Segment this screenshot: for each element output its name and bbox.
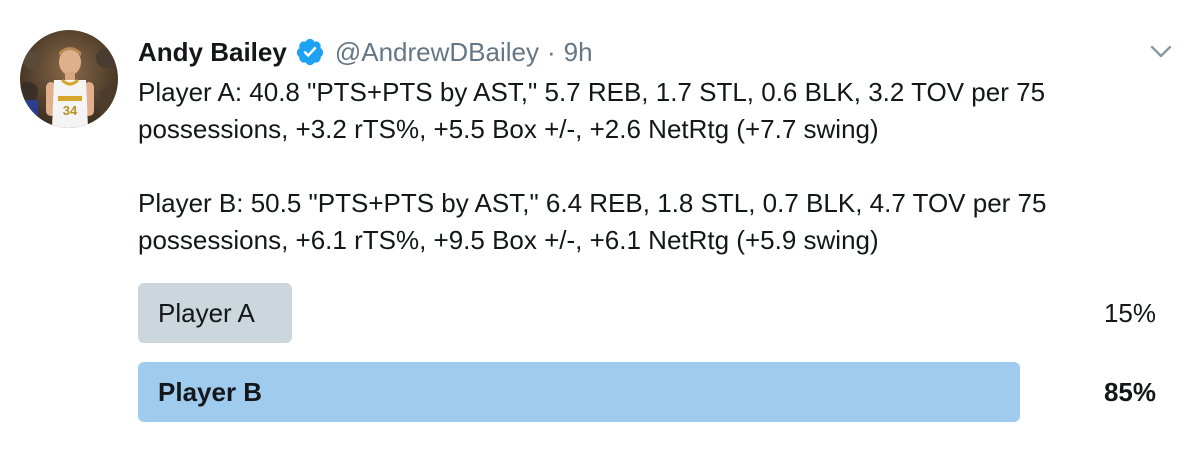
tweet-text: Player A: 40.8 "PTS+PTS by AST," 5.7 REB…	[138, 74, 1158, 259]
svg-text:34: 34	[63, 103, 78, 118]
poll-option-player-b[interactable]: Player B 85%	[138, 362, 1158, 422]
author-handle[interactable]: @AndrewDBailey	[335, 37, 539, 68]
poll-option-percent: 85%	[1103, 377, 1156, 407]
timestamp[interactable]: 9h	[564, 37, 593, 68]
separator-dot: ·	[546, 36, 556, 67]
poll-option-player-a[interactable]: Player A 15%	[138, 283, 1158, 343]
poll-bar	[138, 362, 1020, 422]
poll-option-label: Player A	[158, 298, 255, 328]
tweet[interactable]: 34 Andy Bailey @AndrewDBailey · 9h Playe…	[0, 0, 1196, 458]
tweet-paragraph-player-b: Player B: 50.5 "PTS+PTS by AST," 6.4 REB…	[138, 188, 1047, 255]
avatar[interactable]: 34	[20, 30, 118, 128]
verified-badge-icon	[295, 37, 325, 67]
poll-option-label: Player B	[158, 377, 263, 407]
poll-option-percent: 15%	[1103, 298, 1156, 328]
author-name[interactable]: Andy Bailey	[138, 37, 287, 68]
chevron-down-icon[interactable]	[1148, 38, 1174, 64]
tweet-header: Andy Bailey @AndrewDBailey · 9h	[138, 32, 593, 72]
tweet-paragraph-player-a: Player A: 40.8 "PTS+PTS by AST," 5.7 REB…	[138, 77, 1046, 144]
